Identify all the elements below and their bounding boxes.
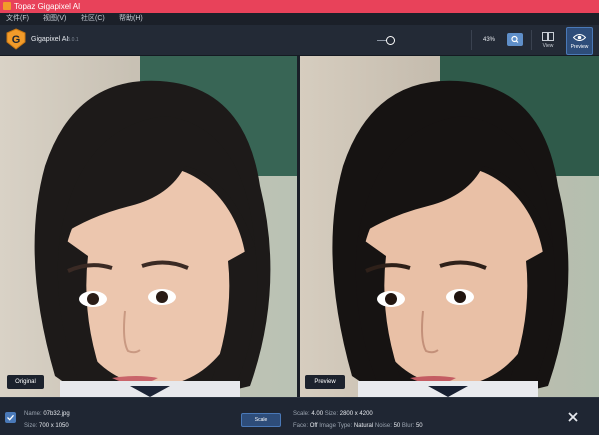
title-bar: Topaz Gigapixel AI [0,0,599,13]
magnifier-icon [511,35,519,43]
scale-label: Scale: [293,411,310,417]
gigapixel-logo-icon: G [6,28,26,50]
file-size-label: Size: [24,423,38,429]
scale-value: 4.00 [311,411,324,417]
preview-pane[interactable]: Preview [300,56,599,397]
app-version: v5.0.1 [65,37,79,43]
menu-file[interactable]: 文件(F) [6,13,29,25]
menu-help[interactable]: 帮助(H) [119,13,143,25]
preview-button[interactable]: Preview [566,27,593,55]
menu-bar: 文件(F) 视图(V) 社区(C) 帮助(H) [0,13,599,25]
preview-label: Preview [305,375,345,389]
face-value: Off [309,423,318,429]
blur-label: Blur: [401,423,415,429]
noise-label: Noise: [374,423,392,429]
menu-community[interactable]: 社区(C) [81,13,105,25]
file-name-row: Name: 07b32.jpg [24,411,70,417]
original-pane[interactable]: Original [0,56,297,397]
original-image [0,56,297,397]
image-type-value: Natural [353,423,374,429]
model-info-row: Face: Off Image Type: Natural Noise: 50 … [293,423,423,429]
zoom-slider-handle[interactable] [386,36,395,45]
image-type-label: Image Type: [319,423,353,429]
zoom-button[interactable] [507,33,523,46]
file-size-row: Size: 700 x 1050 [24,423,69,429]
scale-button[interactable]: Scale [241,413,281,427]
preview-image [300,56,599,397]
menu-view[interactable]: 视图(V) [43,13,66,25]
file-size: 700 x 1050 [39,423,69,429]
toolbar: G Gigapixel AI v5.0.1 43% View Preview [0,25,599,56]
file-name: 07b32.jpg [43,411,70,417]
svg-text:G: G [12,34,21,46]
file-name-label: Name: [24,411,42,417]
app-name: Gigapixel AI [31,36,69,43]
zoom-level: 43% [483,37,496,43]
view-button-label: View [542,43,554,49]
bottom-bar: Name: 07b32.jpg Size: 700 x 1050 Scale S… [0,397,599,435]
toolbar-divider [471,30,472,50]
close-icon[interactable] [566,410,580,424]
app-icon [3,2,11,10]
preview-button-label: Preview [570,44,589,50]
original-label: Original [7,375,44,389]
toolbar-divider [531,30,532,50]
blur-value: 50 [415,423,423,429]
eye-icon [573,34,586,41]
checkmark-icon [7,414,14,421]
face-label: Face: [293,423,309,429]
split-view-icon [542,32,554,41]
output-size: 2800 x 4200 [339,411,373,417]
select-checkbox[interactable] [5,412,16,423]
output-size-label: Size: [324,411,339,417]
noise-value: 50 [393,423,401,429]
scale-info-row: Scale: 4.00 Size: 2800 x 4200 [293,411,373,417]
view-button[interactable]: View [537,31,559,51]
window-title: Topaz Gigapixel AI [14,2,81,11]
